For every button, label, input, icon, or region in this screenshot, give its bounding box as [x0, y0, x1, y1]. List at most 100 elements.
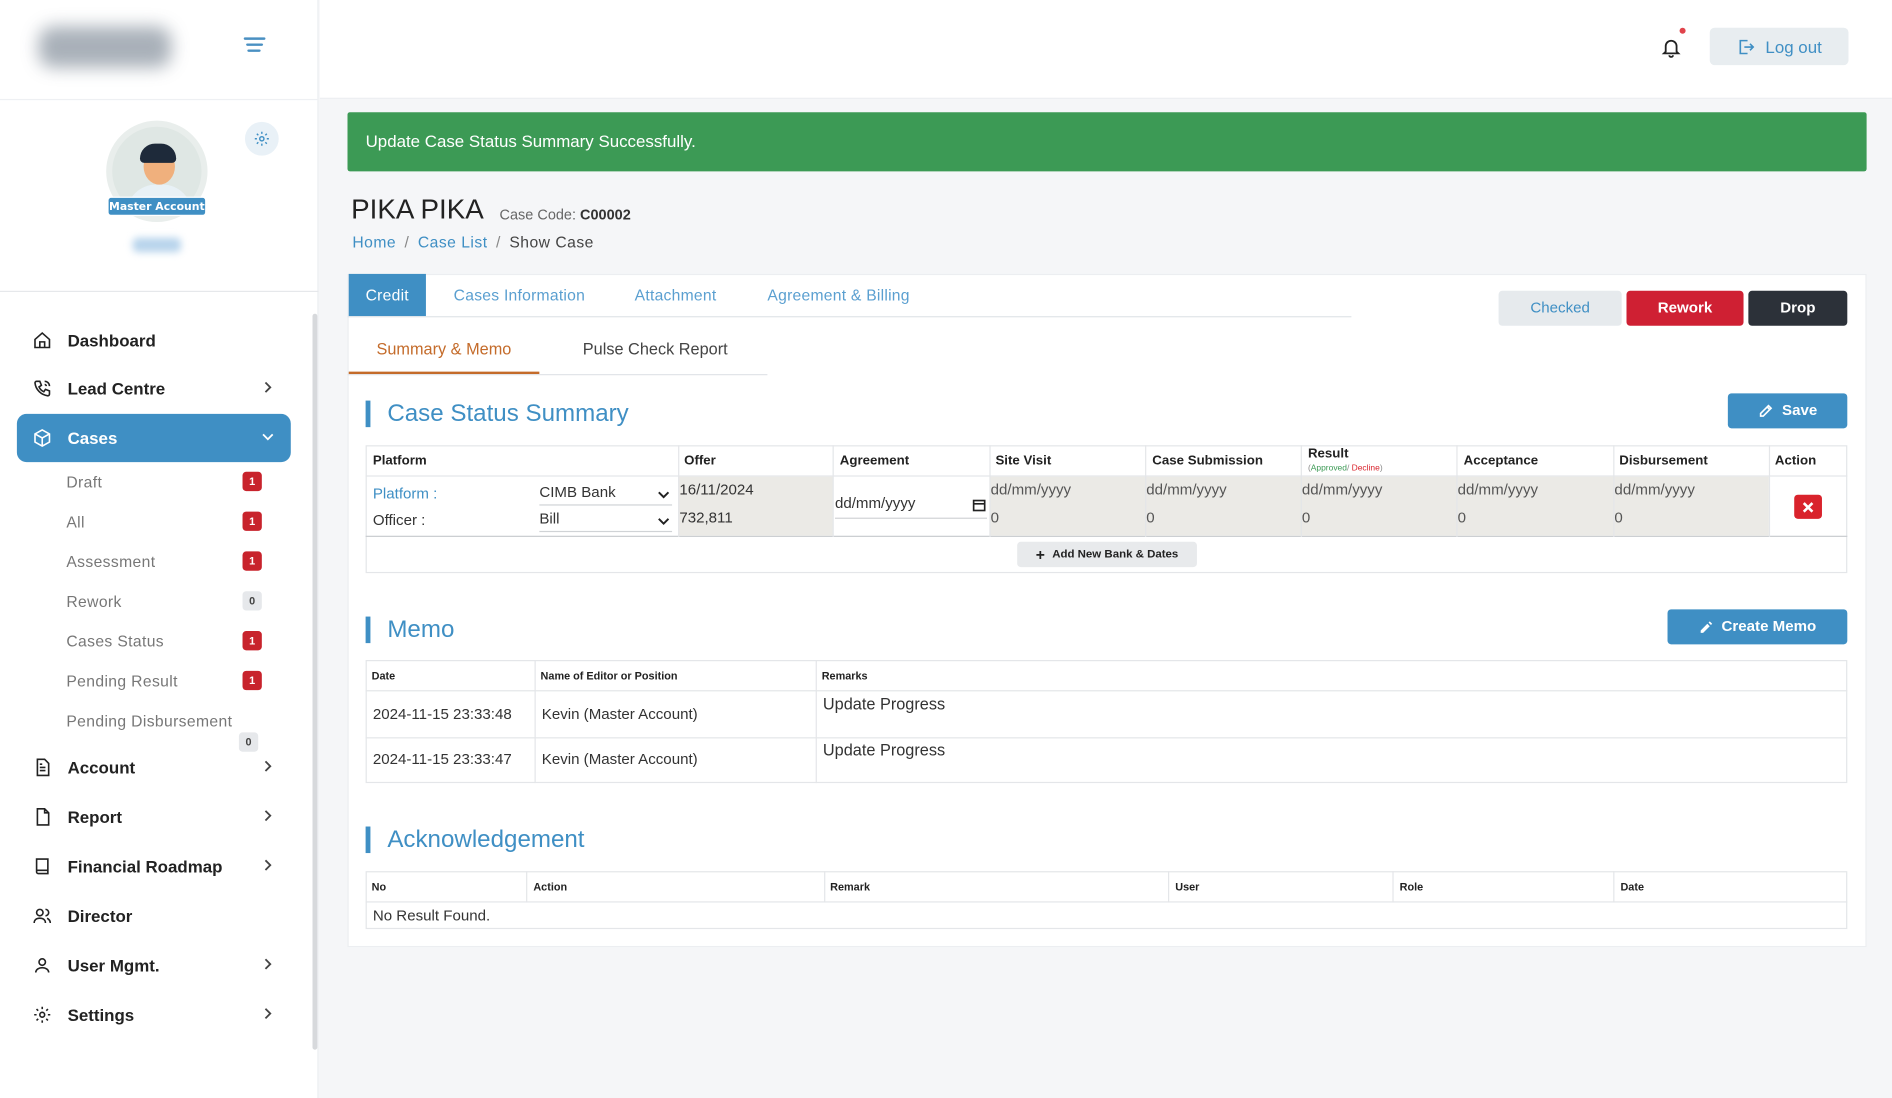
col-header-action: Action: [1774, 453, 1817, 469]
chevron-down-icon: [262, 433, 274, 441]
col-header-acceptance: Acceptance: [1463, 453, 1539, 469]
create-memo-label: Create Memo: [1721, 617, 1817, 635]
col-divider: [815, 660, 817, 784]
col-divider: [534, 660, 536, 784]
tab-attachment[interactable]: Attachment: [635, 274, 717, 316]
disbursement-date[interactable]: dd/mm/yyyy: [1614, 481, 1694, 498]
logout-button[interactable]: Log out: [1709, 27, 1849, 66]
success-alert: Update Case Status Summary Successfully.: [347, 112, 1867, 172]
book-icon: [31, 855, 53, 877]
logout-icon: [1739, 39, 1755, 54]
tab-agreement-billing[interactable]: Agreement & Billing: [767, 274, 909, 316]
bell-icon[interactable]: [1660, 36, 1682, 58]
subtab-summary-memo[interactable]: Summary & Memo: [348, 331, 540, 375]
user-icon: [31, 954, 53, 976]
add-bank-label: Add New Bank & Dates: [1052, 547, 1179, 562]
ack-col-remark: Remark: [830, 880, 870, 893]
site-visit-date[interactable]: dd/mm/yyyy: [991, 481, 1071, 498]
result-value[interactable]: 0: [1302, 509, 1310, 526]
breadcrumb-home[interactable]: Home: [352, 233, 396, 251]
tab-cases-information[interactable]: Cases Information: [454, 274, 585, 316]
nav-financial-roadmap[interactable]: Financial Roadmap: [17, 842, 291, 890]
memo-row-editor: Kevin (Master Account): [541, 705, 698, 723]
nav-dashboard[interactable]: Dashboard: [17, 316, 291, 364]
submission-value[interactable]: 0: [1146, 509, 1154, 526]
count-badge: 0: [242, 591, 262, 611]
save-button[interactable]: Save: [1727, 393, 1848, 429]
drop-button[interactable]: Drop: [1748, 290, 1848, 326]
sub-item-rework[interactable]: Rework: [66, 592, 121, 610]
tab-divider: [347, 316, 1352, 318]
breadcrumb-case-list[interactable]: Case List: [418, 233, 488, 251]
sidebar-scrollbar[interactable]: [312, 313, 318, 1050]
nav-director[interactable]: Director: [17, 892, 291, 940]
breadcrumb: Home / Case List / Show Case: [352, 233, 594, 251]
box-icon: [31, 427, 53, 449]
divider: [0, 290, 319, 292]
case-code: Case Code: C00002: [500, 206, 631, 223]
acceptance-value[interactable]: 0: [1458, 509, 1466, 526]
sub-item-cases-status[interactable]: Cases Status: [66, 632, 164, 650]
sub-item-pending-result[interactable]: Pending Result: [66, 672, 177, 690]
offer-date[interactable]: 16/11/2024: [679, 481, 753, 498]
disbursement-value[interactable]: 0: [1614, 509, 1622, 526]
col-header-case-submission: Case Submission: [1152, 453, 1263, 469]
nav-label: Cases: [67, 428, 118, 448]
sub-item-all[interactable]: All: [66, 513, 85, 531]
row-divider: [365, 901, 1848, 903]
ack-empty-message: No Result Found.: [372, 907, 491, 925]
rework-button[interactable]: Rework: [1626, 290, 1744, 326]
add-bank-button[interactable]: + Add New Bank & Dates: [1017, 541, 1197, 568]
case-code-label: Case Code:: [499, 206, 577, 224]
divider: [0, 98, 319, 101]
nav-user-mgmt[interactable]: User Mgmt.: [17, 941, 291, 989]
col-divider: [832, 445, 834, 537]
checked-button[interactable]: Checked: [1498, 290, 1622, 326]
ack-col-action: Action: [533, 880, 568, 893]
sub-item-draft[interactable]: Draft: [66, 473, 102, 491]
platform-select-value: CIMB Bank: [539, 483, 616, 501]
subtab-pulse-check[interactable]: Pulse Check Report: [583, 331, 728, 374]
sub-item-pending-disbursement[interactable]: Pending Disbursement: [66, 712, 232, 730]
gear-icon: [31, 1004, 53, 1026]
count-badge: 1: [242, 551, 262, 571]
chevron-right-icon: [264, 859, 272, 871]
memo-col-remarks: Remarks: [821, 669, 868, 682]
nav-account[interactable]: Account: [17, 743, 291, 791]
officer-select[interactable]: Bill: [539, 510, 673, 533]
col-header-result: Result: [1307, 446, 1349, 461]
ack-col-role: Role: [1399, 880, 1424, 893]
tab-credit[interactable]: Credit: [348, 273, 426, 317]
col-header-platform: Platform: [372, 453, 427, 469]
create-memo-button[interactable]: Create Memo: [1667, 609, 1848, 645]
nav-settings[interactable]: Settings: [17, 991, 291, 1039]
count-badge: 1: [242, 471, 262, 492]
sub-item-assessment[interactable]: Assessment: [66, 553, 155, 571]
case-title: PIKA PIKA: [351, 193, 484, 225]
profile-settings-button[interactable]: [244, 121, 279, 156]
chevron-down-icon: [658, 491, 670, 499]
nav-label: Director: [67, 906, 133, 926]
nav-label: Report: [67, 807, 123, 827]
nav-label: Account: [67, 757, 136, 778]
officer-select-value: Bill: [539, 510, 560, 528]
agreement-date-input[interactable]: dd/mm/yyyy: [834, 495, 987, 519]
row-divider: [365, 690, 1848, 692]
row-divider: [365, 535, 1848, 537]
nav-lead-centre[interactable]: Lead Centre: [17, 364, 291, 412]
platform-select[interactable]: CIMB Bank: [539, 483, 673, 506]
menu-toggle-icon[interactable]: [243, 37, 266, 54]
delete-row-button[interactable]: [1794, 494, 1822, 519]
row-divider: [365, 737, 1848, 739]
nav-report[interactable]: Report: [17, 793, 291, 841]
officer-label: Officer :: [372, 511, 426, 529]
ack-col-no: No: [371, 880, 387, 893]
nav-cases[interactable]: Cases: [16, 413, 291, 463]
count-badge: 1: [242, 670, 262, 691]
submission-date[interactable]: dd/mm/yyyy: [1146, 481, 1226, 498]
acceptance-date[interactable]: dd/mm/yyyy: [1458, 481, 1538, 498]
offer-amount[interactable]: 732,811: [679, 509, 732, 526]
site-visit-value[interactable]: 0: [991, 509, 999, 526]
nav-label: Financial Roadmap: [67, 856, 223, 876]
result-date[interactable]: dd/mm/yyyy: [1302, 481, 1382, 498]
